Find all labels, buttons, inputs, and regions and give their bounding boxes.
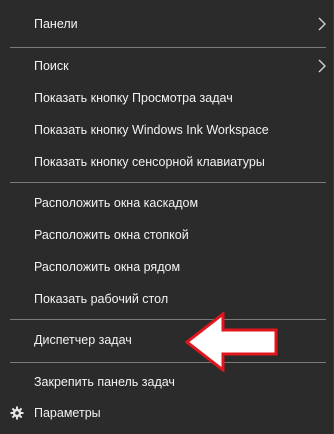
menu-item-side-by-side-windows[interactable]: Расположить окна рядом [0, 251, 334, 283]
menu-item-show-touch-keyboard-button[interactable]: Показать кнопку сенсорной клавиатуры [0, 146, 334, 178]
menu-item-label: Расположить окна каскадом [34, 196, 199, 210]
menu-item-label: Поиск [34, 59, 69, 73]
chevron-right-icon [318, 59, 326, 73]
red-arrow-left-icon [185, 312, 278, 372]
menu-item-label: Параметры [34, 406, 101, 420]
menu-item-show-task-view-button[interactable]: Показать кнопку Просмотра задач [0, 82, 334, 114]
menu-separator [10, 182, 326, 183]
menu-separator [10, 47, 326, 48]
menu-item-label: Диспетчер задач [34, 333, 132, 347]
menu-item-show-ink-workspace-button[interactable]: Показать кнопку Windows Ink Workspace [0, 114, 334, 146]
menu-item-label: Закрепить панель задач [34, 375, 175, 389]
menu-item-label: Расположить окна рядом [34, 260, 181, 274]
menu-item-label: Показать кнопку Windows Ink Workspace [34, 123, 269, 137]
menu-item-panels[interactable]: Панели [0, 8, 334, 40]
menu-item-label: Показать кнопку сенсорной клавиатуры [34, 155, 265, 169]
menu-item-label: Показать кнопку Просмотра задач [34, 91, 233, 105]
menu-item-label: Показать рабочий стол [34, 292, 169, 306]
menu-item-show-desktop[interactable]: Показать рабочий стол [0, 283, 334, 315]
chevron-right-icon [318, 17, 326, 31]
menu-item-label: Расположить окна стопкой [34, 228, 189, 242]
menu-item-label: Панели [34, 17, 78, 31]
menu-item-task-manager[interactable]: Диспетчер задач [0, 324, 334, 356]
menu-item-lock-taskbar[interactable]: Закрепить панель задач [0, 366, 334, 398]
menu-item-search[interactable]: Поиск [0, 50, 334, 82]
taskbar-context-menu: Панели Поиск Показать кнопку Просмотра з… [0, 0, 334, 434]
gear-icon [10, 406, 24, 420]
menu-item-settings[interactable]: Параметры [0, 397, 334, 429]
menu-item-cascade-windows[interactable]: Расположить окна каскадом [0, 187, 334, 219]
menu-item-stack-windows[interactable]: Расположить окна стопкой [0, 219, 334, 251]
